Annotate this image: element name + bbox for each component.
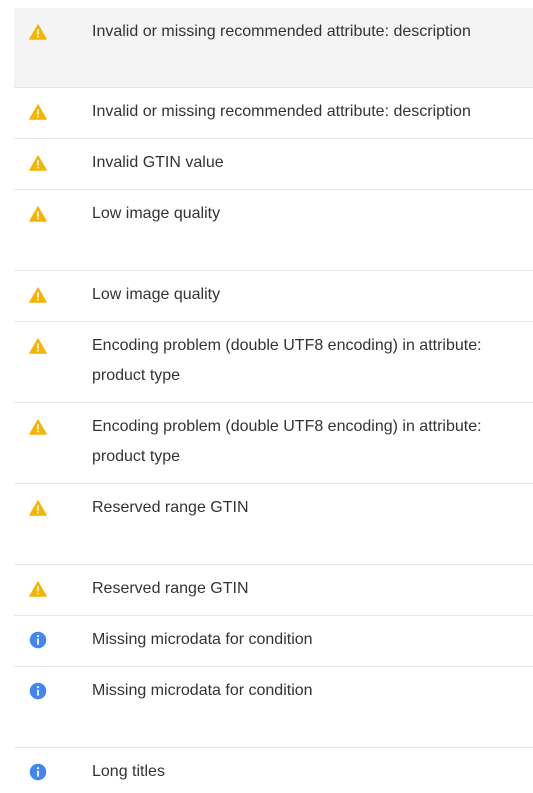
warning-icon: [29, 205, 47, 223]
warning-icon: [29, 103, 47, 121]
issue-label: Invalid or missing recommended attribute…: [92, 103, 471, 120]
issues-list: Invalid or missing recommended attribute…: [0, 0, 533, 793]
issue-row[interactable]: Invalid or missing recommended attribute…: [14, 8, 533, 88]
issue-label: Invalid or missing recommended attribute…: [92, 23, 471, 40]
issue-row[interactable]: Reserved range GTIN: [14, 565, 533, 616]
issue-row[interactable]: Reserved range GTIN: [14, 484, 533, 565]
issue-label: Low image quality: [92, 205, 221, 222]
warning-icon: [29, 286, 47, 304]
issue-label: Reserved range GTIN: [92, 580, 249, 597]
issue-label: Long titles: [92, 763, 165, 780]
warning-icon: [29, 154, 47, 172]
info-icon: [29, 682, 47, 700]
issue-label: Reserved range GTIN: [92, 499, 249, 516]
warning-icon: [29, 499, 47, 517]
info-icon: [29, 631, 47, 649]
warning-icon: [29, 580, 47, 598]
issue-label: Low image quality: [92, 286, 221, 303]
warning-icon: [29, 418, 47, 436]
issue-row[interactable]: Low image quality: [14, 271, 533, 322]
warning-icon: [29, 23, 47, 41]
issue-row[interactable]: Invalid GTIN value: [14, 139, 533, 190]
issue-label: Invalid GTIN value: [92, 154, 224, 171]
issue-row[interactable]: Long titles: [14, 748, 533, 793]
issue-row[interactable]: Missing microdata for condition: [14, 616, 533, 667]
issue-label: Encoding problem (double UTF8 encoding) …: [92, 418, 482, 465]
issue-label: Encoding problem (double UTF8 encoding) …: [92, 337, 482, 384]
issue-row[interactable]: Encoding problem (double UTF8 encoding) …: [14, 322, 533, 403]
issue-row[interactable]: Encoding problem (double UTF8 encoding) …: [14, 403, 533, 484]
issue-label: Missing microdata for condition: [92, 682, 313, 699]
issue-row[interactable]: Missing microdata for condition: [14, 667, 533, 748]
info-icon: [29, 763, 47, 781]
issue-row[interactable]: Low image quality: [14, 190, 533, 271]
issue-row[interactable]: Invalid or missing recommended attribute…: [14, 88, 533, 139]
warning-icon: [29, 337, 47, 355]
issue-label: Missing microdata for condition: [92, 631, 313, 648]
